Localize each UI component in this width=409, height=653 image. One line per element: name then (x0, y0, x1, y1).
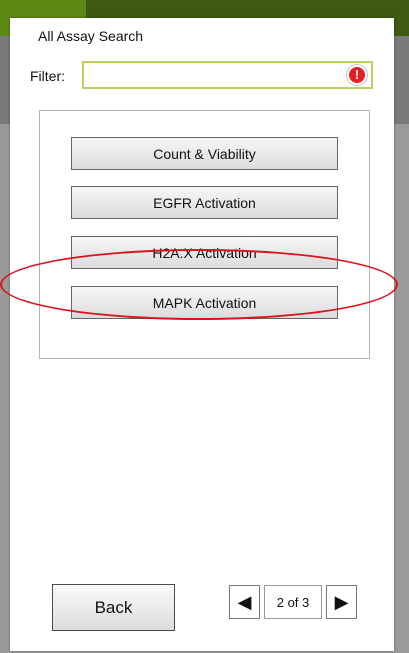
filter-label: Filter: (30, 68, 65, 84)
assay-button-egfr-activation[interactable]: EGFR Activation (71, 186, 338, 219)
prev-page-button[interactable]: ◀ (229, 585, 260, 619)
assay-button-h2ax-activation[interactable]: H2A.X Activation (71, 236, 338, 269)
dialog-title: All Assay Search (38, 28, 144, 44)
assay-button-mapk-activation[interactable]: MAPK Activation (71, 286, 338, 319)
warning-icon[interactable]: ! (347, 65, 367, 85)
assay-list-panel: Count & Viability EGFR Activation H2A.X … (39, 110, 370, 359)
assay-button-count-viability[interactable]: Count & Viability (71, 137, 338, 170)
page-indicator: 2 of 3 (264, 585, 322, 619)
chevron-left-icon: ◀ (237, 591, 252, 612)
back-button[interactable]: Back (52, 584, 175, 631)
chevron-right-icon: ▶ (334, 591, 349, 612)
next-page-button[interactable]: ▶ (326, 585, 357, 619)
filter-input[interactable] (82, 61, 373, 89)
assay-search-dialog: All Assay Search Filter: ! Count & Viabi… (10, 18, 394, 651)
